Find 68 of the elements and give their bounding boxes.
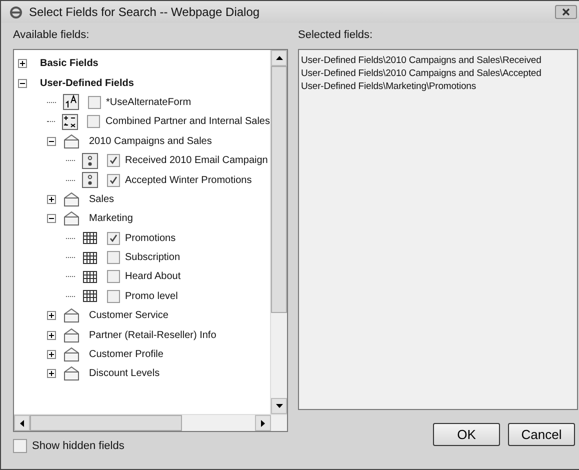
field-checkbox[interactable]	[107, 270, 120, 284]
vertical-scrollbar[interactable]	[270, 50, 287, 414]
expander-toggle[interactable]	[18, 59, 27, 68]
tree-item[interactable]: Marketing	[89, 213, 133, 224]
tree-item[interactable]: Discount Levels	[89, 368, 160, 380]
selected-field[interactable]: User-Defined Fields\2010 Campaigns and Sales\Received	[301, 54, 542, 67]
expander-toggle[interactable]	[47, 136, 56, 146]
folder-icon	[63, 308, 80, 324]
text-field-icon	[63, 94, 79, 110]
tree-item[interactable]: User-Defined Fields	[40, 78, 134, 89]
tree-item[interactable]: Combined Partner and Internal Sales	[105, 116, 270, 128]
expander-toggle[interactable]	[47, 214, 56, 224]
field-checkbox[interactable]	[107, 290, 120, 303]
field-checkbox[interactable]	[88, 96, 101, 109]
grid-icon	[82, 270, 98, 284]
selected-fields-label: Selected fields:	[298, 29, 374, 43]
field-checkbox[interactable]	[107, 154, 120, 168]
grid-icon	[82, 289, 98, 304]
available-fields-label: Available fields:	[13, 29, 90, 43]
grid-icon	[82, 250, 98, 265]
show-hidden-label: Show hidden fields	[32, 440, 124, 452]
tree-item[interactable]: 2010 Campaigns and Sales	[89, 136, 212, 147]
grid-icon	[82, 231, 98, 246]
folder-icon	[63, 134, 80, 149]
expander-toggle[interactable]	[47, 350, 56, 360]
folder-icon	[63, 366, 80, 382]
tree-item[interactable]: Promotions	[125, 232, 176, 244]
tree-item[interactable]: Promo level	[125, 290, 178, 302]
ok-button[interactable]: OK	[433, 423, 500, 446]
cancel-button[interactable]: Cancel	[508, 423, 575, 446]
expander-toggle[interactable]	[47, 330, 56, 340]
window-title: Select Fields for Search -- Webpage Dialog	[29, 5, 261, 19]
tree-item[interactable]: Partner (Retail-Reseller) Info	[89, 330, 216, 341]
selected-field[interactable]: User-Defined Fields\2010 Campaigns and Sales\Accepted	[301, 67, 542, 80]
tree-item[interactable]: Heard About	[125, 271, 181, 282]
tree-item[interactable]: Accepted Winter Promotions	[125, 174, 252, 186]
folder-icon	[63, 328, 80, 343]
expander-toggle[interactable]	[18, 78, 27, 88]
selected-field[interactable]: User-Defined Fields\Marketing\Promotions	[301, 80, 476, 93]
field-checkbox[interactable]	[87, 115, 100, 128]
tree-item[interactable]: Customer Profile	[89, 349, 164, 360]
tree-item[interactable]: Customer Service	[89, 310, 168, 322]
folder-icon	[63, 211, 80, 226]
browser-logo-icon	[9, 5, 23, 19]
folder-icon	[63, 192, 80, 207]
expander-toggle[interactable]	[47, 311, 56, 320]
scroll-up-icon[interactable]	[276, 56, 282, 60]
horizontal-scrollbar[interactable]	[14, 414, 287, 431]
show-hidden-checkbox[interactable]	[13, 439, 27, 453]
scroll-right-icon[interactable]	[261, 420, 265, 426]
option-field-icon	[82, 172, 98, 188]
tree-item[interactable]: Basic Fields	[40, 58, 98, 70]
tree-item[interactable]: *UseAlternateForm	[106, 96, 192, 108]
close-button[interactable]	[555, 5, 577, 19]
tree-item[interactable]: Sales	[89, 194, 114, 205]
close-icon	[562, 8, 570, 16]
tree-item[interactable]: Received 2010 Email Campaign	[125, 155, 268, 166]
expander-toggle[interactable]	[47, 369, 56, 378]
scroll-down-icon[interactable]	[276, 404, 282, 408]
field-checkbox[interactable]	[107, 174, 120, 187]
field-checkbox[interactable]	[107, 232, 120, 245]
expander-toggle[interactable]	[47, 194, 56, 204]
folder-icon	[63, 347, 80, 362]
calculator-icon	[62, 114, 78, 130]
tree-item[interactable]: Subscription	[125, 252, 180, 264]
option-field-icon	[82, 152, 98, 169]
field-checkbox[interactable]	[107, 251, 120, 264]
scroll-left-icon[interactable]	[20, 420, 24, 426]
